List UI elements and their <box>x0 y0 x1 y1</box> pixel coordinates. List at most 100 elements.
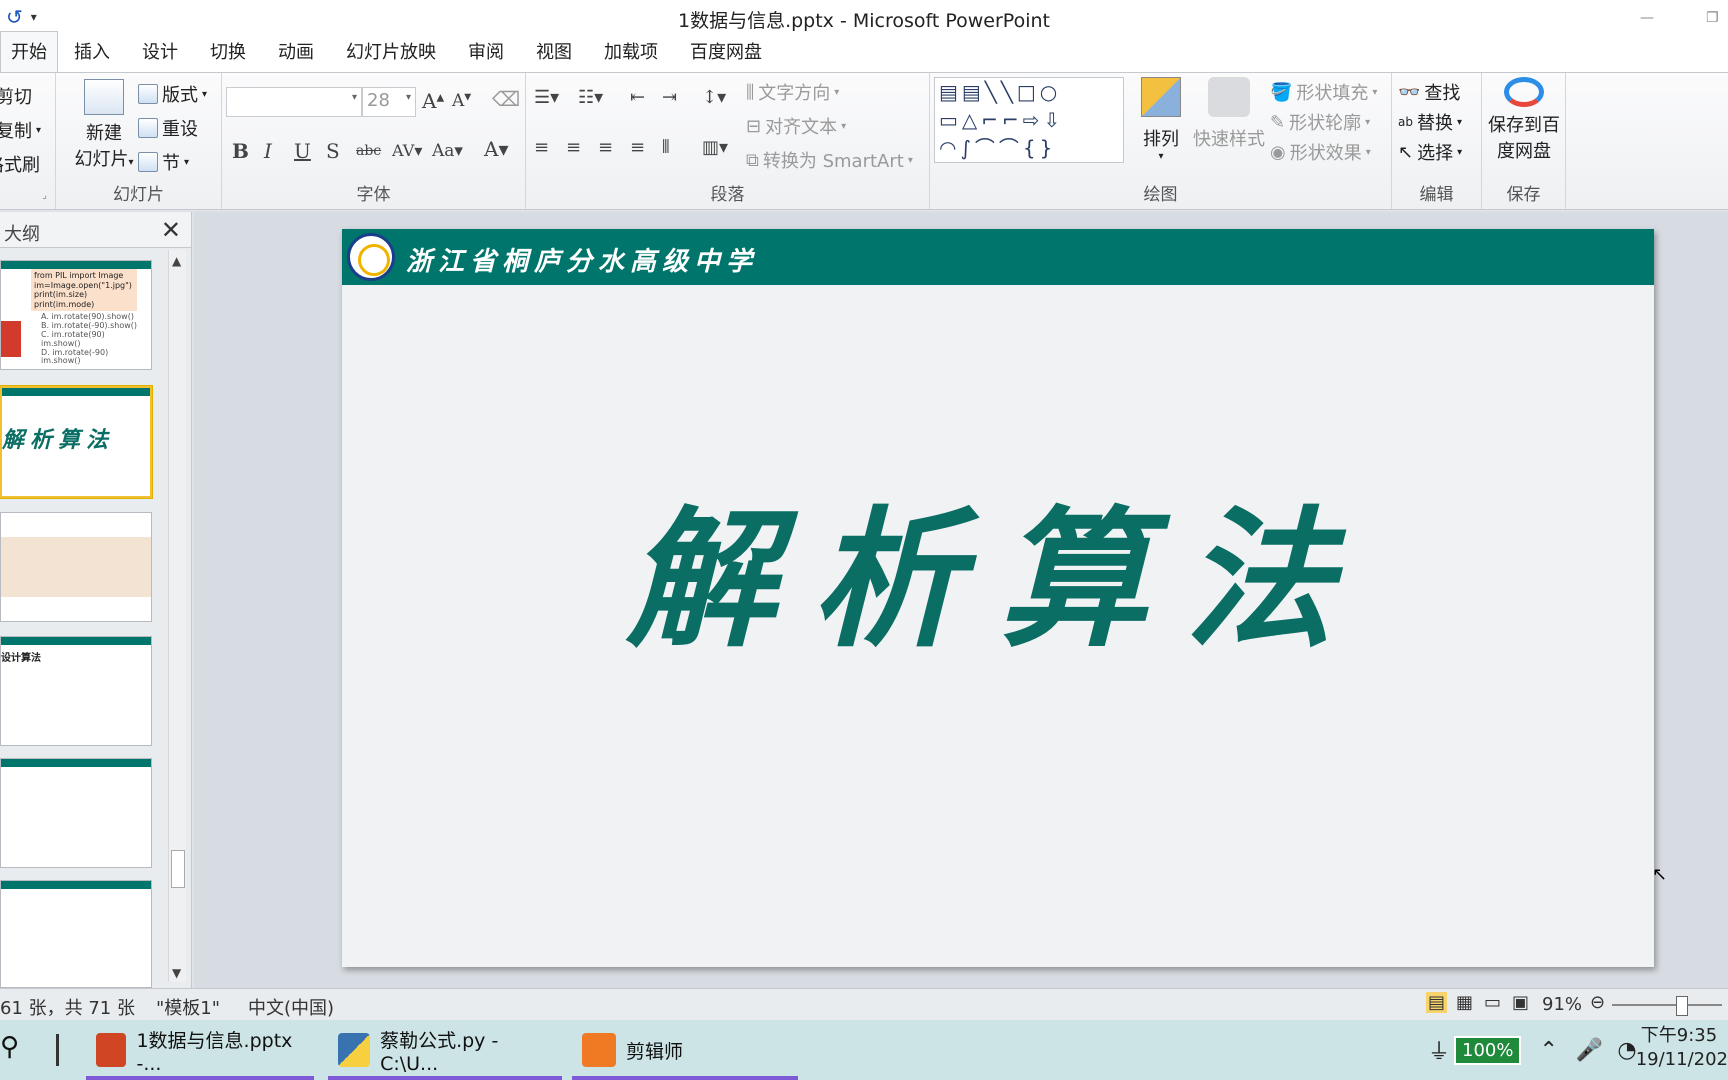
align-center-icon[interactable]: ≡ <box>566 137 581 158</box>
tab-home[interactable]: 开始 <box>0 31 58 72</box>
increase-indent-icon[interactable]: ⇥ <box>662 87 677 108</box>
line-spacing-icon[interactable]: ↕▾ <box>702 87 726 108</box>
convert-smartart-button[interactable]: ⧉ 转换为 SmartArt ▾ <box>746 147 913 173</box>
cut-button[interactable]: 剪切 <box>0 83 32 109</box>
school-name: 浙江省桐庐分水高级中学 <box>406 247 759 277</box>
italic-icon[interactable]: I <box>264 139 272 163</box>
dialog-launcher-icon[interactable]: ⌟ <box>42 190 47 201</box>
tab-view[interactable]: 视图 <box>520 32 588 72</box>
section-button[interactable]: 节 ▾ <box>138 149 189 175</box>
shapes-gallery[interactable]: ▤▤╲╲□○ ▭△⌐⌐⇨⇩ ◠∫⌒⌒{} <box>934 77 1124 163</box>
effects-icon: ◉ <box>1270 141 1286 163</box>
tab-addins[interactable]: 加载项 <box>588 32 674 72</box>
current-slide[interactable]: 浙江省桐庐分水高级中学 解析算法 <box>342 229 1654 967</box>
zoom-slider[interactable] <box>1612 996 1722 1016</box>
new-slide-icon <box>84 79 124 115</box>
copy-button[interactable]: 复制 ▾ <box>0 117 41 143</box>
quick-styles-icon <box>1208 77 1250 117</box>
drawing-group: ▤▤╲╲□○ ▭△⌐⌐⇨⇩ ◠∫⌒⌒{} 排列 ▾ 快速样式 🪣 形状填充 ▾ ✎ 形状轮… <box>930 73 1392 209</box>
slide-thumbnail[interactable] <box>0 880 152 988</box>
chevron-up-icon[interactable]: ⌃ <box>1539 1038 1557 1063</box>
layout-icon <box>138 84 158 104</box>
tab-review[interactable]: 审阅 <box>452 32 520 72</box>
tab-insert[interactable]: 插入 <box>58 32 126 72</box>
slide-thumbnail-selected[interactable]: 解析算法 <box>0 386 152 498</box>
replace-button[interactable]: ab 替换 ▾ <box>1398 109 1462 135</box>
change-case-icon[interactable]: Aa▾ <box>432 141 463 161</box>
underline-icon[interactable]: U <box>294 139 311 163</box>
columns-icon[interactable]: ▥▾ <box>702 137 728 158</box>
new-slide-button[interactable]: 新建 幻灯片▾ <box>64 77 144 171</box>
language[interactable]: 中文(中国) <box>248 994 334 1020</box>
shape-outline-button[interactable]: ✎ 形状轮廓 ▾ <box>1270 109 1370 135</box>
align-text-button[interactable]: ⊟ 对齐文本 ▾ <box>746 113 846 139</box>
numbering-icon[interactable]: ☷▾ <box>578 87 603 108</box>
restore-button[interactable]: ❐ <box>1706 10 1719 26</box>
paint-bucket-icon: 🪣 <box>1270 81 1293 103</box>
zoom-out-icon[interactable]: ⊖ <box>1590 992 1605 1013</box>
reset-button[interactable]: 重设 <box>138 115 198 141</box>
editor-icon <box>582 1033 616 1067</box>
bullets-icon[interactable]: ☰▾ <box>534 87 559 108</box>
tab-design[interactable]: 设计 <box>126 32 194 72</box>
microphone-icon[interactable]: 🎤 <box>1576 1038 1603 1063</box>
reading-view-icon[interactable]: ▭ <box>1484 992 1501 1013</box>
layout-button[interactable]: 版式 ▾ <box>138 81 207 107</box>
plug-icon[interactable]: ⏚ <box>1428 1034 1450 1066</box>
font-color-icon[interactable]: A▾ <box>484 137 508 161</box>
grow-font-icon[interactable]: A▲ <box>422 89 444 113</box>
font-name-input[interactable]: ▾ <box>226 87 362 117</box>
pen-icon: ✎ <box>1270 111 1286 133</box>
search-icon[interactable]: ⚲ <box>0 1032 19 1062</box>
clock[interactable]: 下午9:35 19/11/202 <box>1630 1024 1728 1072</box>
text-direction-button[interactable]: ⫼ 文字方向 ▾ <box>746 79 839 105</box>
close-pane-icon[interactable]: ✕ <box>161 216 181 244</box>
thumbnail-scrollbar[interactable]: ▲ ▼ <box>168 250 186 982</box>
outline-tab[interactable]: 大纲 <box>4 220 40 246</box>
align-left-icon[interactable]: ≡ <box>534 137 549 158</box>
slide-thumbnail[interactable] <box>0 758 152 868</box>
scroll-thumb[interactable] <box>171 850 185 888</box>
bold-icon[interactable]: B <box>232 139 249 163</box>
slide-sorter-icon[interactable]: ▦ <box>1456 992 1473 1013</box>
slide-thumbnail[interactable]: from PIL import Image im=Image.open("1.j… <box>0 260 152 370</box>
minimize-button[interactable]: — <box>1640 10 1654 26</box>
slide-thumbnail[interactable] <box>0 512 152 622</box>
shape-fill-button[interactable]: 🪣 形状填充 ▾ <box>1270 79 1377 105</box>
battery-indicator[interactable]: 100% <box>1454 1035 1522 1065</box>
slide-thumbnail[interactable]: 设计算法 <box>0 636 152 746</box>
scroll-up-icon[interactable]: ▲ <box>172 254 181 268</box>
smartart-icon: ⧉ <box>746 149 759 171</box>
strikethrough-icon[interactable]: abc <box>356 143 381 159</box>
taskbar-item-powerpoint[interactable]: 1数据与信息.pptx -... <box>86 1020 314 1080</box>
font-size-input[interactable]: 28 ▾ <box>362 87 416 117</box>
taskbar-item-python[interactable]: 蔡勒公式.py - C:\U... <box>328 1020 562 1080</box>
taskbar-item-editor[interactable]: 剪辑师 <box>572 1020 798 1080</box>
justify-icon[interactable]: ≡ <box>630 137 645 158</box>
format-painter-button[interactable]: 格式刷 <box>0 151 40 177</box>
slideshow-icon[interactable]: ▣ <box>1512 992 1529 1013</box>
slide-title[interactable]: 解析算法 <box>342 459 1654 676</box>
align-right-icon[interactable]: ≡ <box>598 137 613 158</box>
save-to-baidu-button[interactable]: 保存到百 度网盘 <box>1482 77 1566 163</box>
tab-baidu[interactable]: 百度网盘 <box>674 32 778 72</box>
normal-view-icon[interactable]: ▤ <box>1426 992 1448 1013</box>
theme-name: "模板1" <box>156 998 221 1019</box>
char-spacing-icon[interactable]: AV▾ <box>392 141 422 160</box>
arrange-button[interactable]: 排列 ▾ <box>1134 77 1188 162</box>
decrease-indent-icon[interactable]: ⇤ <box>630 87 645 108</box>
tab-animations[interactable]: 动画 <box>262 32 330 72</box>
shape-effects-button[interactable]: ◉ 形状效果 ▾ <box>1270 139 1371 165</box>
taskbar: ⚲ 1数据与信息.pptx -... 蔡勒公式.py - C:\U... 剪辑师… <box>0 1020 1728 1080</box>
select-button[interactable]: ↖ 选择 ▾ <box>1398 139 1462 165</box>
zoom-level[interactable]: 91% <box>1542 994 1582 1015</box>
distribute-icon[interactable]: ⫴ <box>662 137 670 158</box>
shadow-icon[interactable]: S <box>326 139 340 163</box>
quick-styles-button[interactable]: 快速样式 <box>1192 77 1266 151</box>
scroll-down-icon[interactable]: ▼ <box>172 966 181 980</box>
find-button[interactable]: 👓 查找 <box>1398 79 1460 105</box>
tab-transitions[interactable]: 切换 <box>194 32 262 72</box>
tab-slideshow[interactable]: 幻灯片放映 <box>330 32 452 72</box>
shrink-font-icon[interactable]: A▼ <box>452 91 471 111</box>
clear-format-icon[interactable]: ⌫ <box>492 87 520 111</box>
